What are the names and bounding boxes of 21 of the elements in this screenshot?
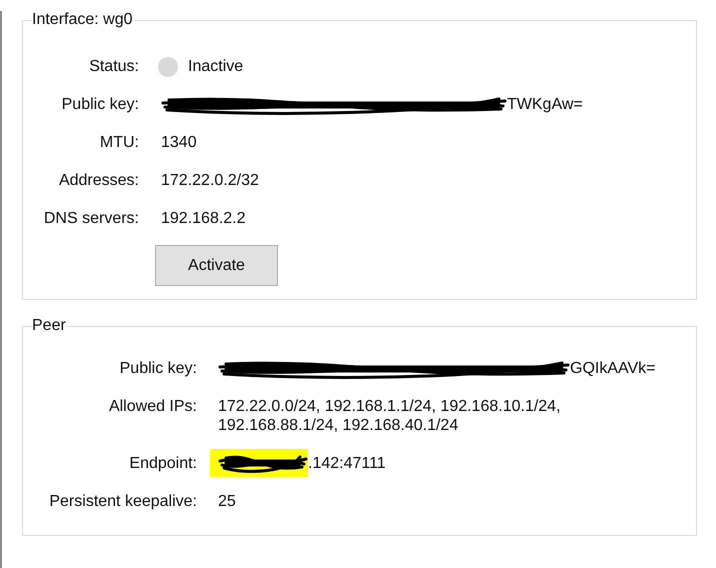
field-label: Allowed IPs: [108,397,197,417]
panel-title: Interface: wg0 [32,11,132,29]
field-label: Endpoint: [128,454,197,474]
field-label: Addresses: [58,171,139,191]
field-label: Public key: [118,359,197,379]
field-label: Status: [88,57,139,77]
field-label: Persistent keepalive: [48,492,197,512]
activate-button[interactable]: Activate [155,245,278,286]
field-label: Public key: [60,95,139,115]
field-value: 172.22.0.0/24, 192.168.1.1/24, 192.168.10.1/24, 192.168.88.1/24, 192.168.40.1/24 [218,397,562,435]
field-value: 1340 [161,133,197,152]
field-value: 172.22.0.2/32 [161,171,259,190]
field-value: .142:47111 [308,454,386,473]
field-label: MTU: [98,133,139,153]
field-label: DNS servers: [42,209,139,229]
field-value: 192.168.2.2 [161,209,246,228]
status-text: Inactive [188,57,244,76]
field-value: TWKgAw= [507,95,583,114]
field-value: GQIkAAVk= [570,359,656,378]
panel-title: Peer [32,317,66,335]
field-value: 25 [218,492,236,511]
